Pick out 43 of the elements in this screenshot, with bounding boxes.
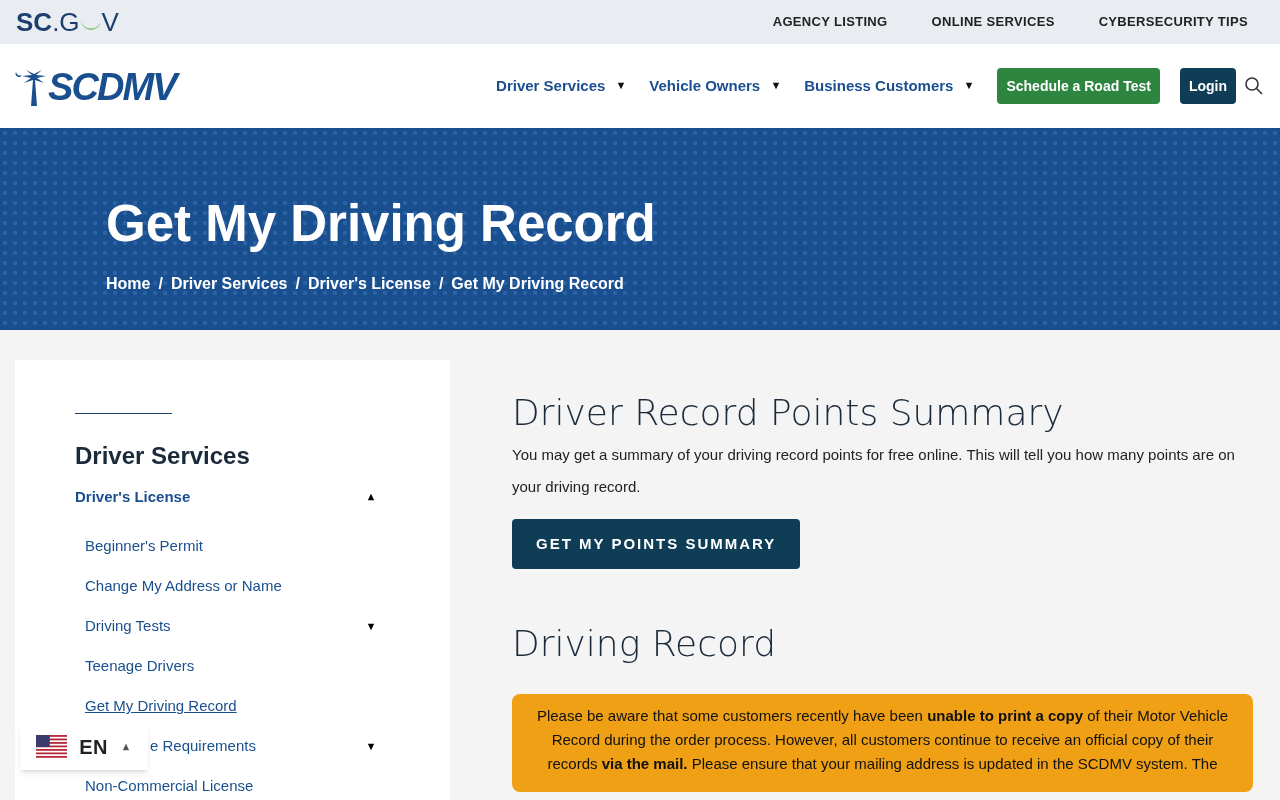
expand-icon [367,493,375,502]
notice-text: Please be aware that some customers recently have been unable to print a copy of their Motor Vehicle Record during the order process. However, all customers continue to receive an official copy of their records via the mail. Please ensure that your mailing address is updated in the SCDMV system. The [535,706,1230,774]
caret-icon [617,82,626,90]
paragraph: You may get a summary of your driving record points for free online. This will tell you how many points are on your driving record. [512,445,1236,497]
search-icon[interactable] [1244,76,1264,96]
breadcrumb-separator: / [158,273,163,294]
top-link[interactable]: CYBERSECURITY TIPS [1098,12,1248,32]
sidebar-section[interactable]: Driver's License [75,486,191,509]
road-test-button[interactable]: Schedule a Road Test [997,68,1160,104]
sidebar-link[interactable]: Get My Driving Record [85,695,237,718]
sidebar-link[interactable]: e Requirements [150,735,256,758]
breadcrumb-separator: / [295,273,300,294]
breadcrumb-link[interactable]: Driver's License [307,271,431,296]
page-title: Get My Driving Record [106,194,656,254]
caret-icon [772,82,781,90]
nav-link[interactable]: Vehicle Owners [649,74,781,98]
caret-icon [965,82,974,90]
top-link[interactable]: ONLINE SERVICES [931,12,1055,32]
moon-icon [80,20,101,30]
language-code: EN [79,735,108,760]
breadcrumb-link[interactable]: Driver Services [170,271,288,296]
sc-gov-logo[interactable]: SC.G V [16,9,119,35]
sidebar-link[interactable]: Beginner's Permit [85,535,203,558]
breadcrumb-separator: / [438,273,444,294]
nav-link[interactable]: Business Customers [804,74,974,98]
breadcrumb-link[interactable]: Home [106,271,151,296]
sidebar-link[interactable]: Teenage Drivers [85,655,195,678]
sidebar-link[interactable]: Driving Tests [85,615,171,638]
flag-icon [36,734,68,760]
sidebar-heading: Driver Services [75,441,251,471]
top-link[interactable]: AGENCY LISTING [772,12,888,32]
language-selector[interactable]: EN [20,724,148,770]
points-summary-button[interactable]: GET MY POINTS SUMMARY [512,519,801,569]
login-button[interactable]: Login [1179,68,1236,104]
sidebar-link[interactable]: Non-Commercial License [85,775,254,798]
expand-icon [367,742,375,751]
breadcrumb-page-name: Get My Driving Record [451,273,624,294]
nav-link[interactable]: Driver Services [496,74,626,98]
chevron-icon [120,743,132,751]
section-heading: Driver Record Points Summary [512,391,1065,435]
section-heading: Driving Record [512,622,778,666]
sidebar-link[interactable]: Change My Address or Name [85,575,282,598]
expand-icon [367,622,375,631]
